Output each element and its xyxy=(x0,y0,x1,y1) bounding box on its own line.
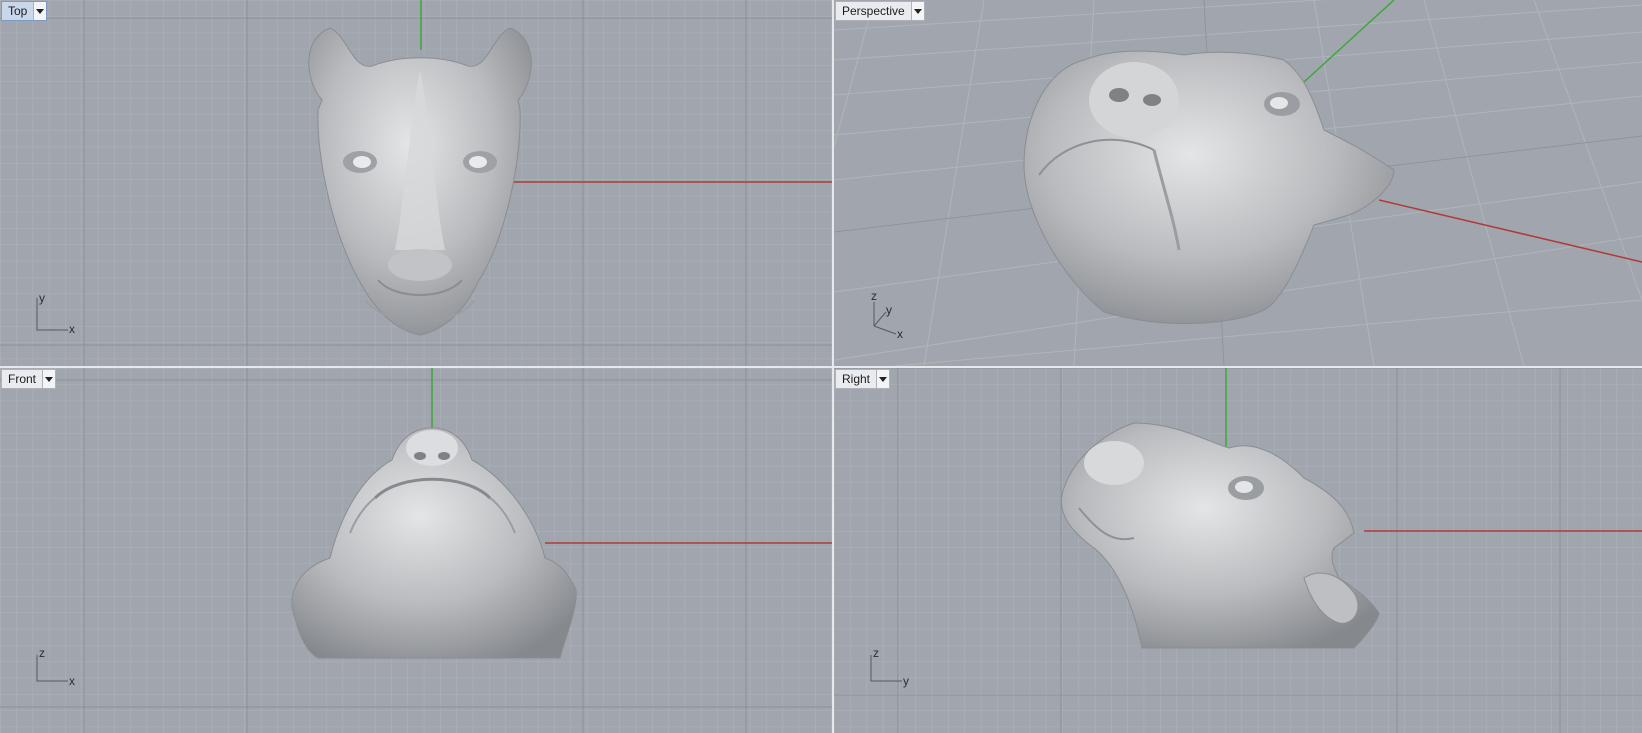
svg-text:y: y xyxy=(39,291,45,305)
right-viewport-canvas[interactable]: z y xyxy=(834,368,1642,733)
svg-text:z: z xyxy=(39,646,45,660)
chevron-down-icon[interactable] xyxy=(42,370,56,388)
viewport-title: Right xyxy=(842,372,871,386)
viewport-layout: y x Top z y x Perspective z x Front z y … xyxy=(0,0,1642,733)
axis-gizmo-perspective: z y x xyxy=(871,289,903,341)
svg-text:x: x xyxy=(69,322,75,336)
viewport-top[interactable]: y x Top xyxy=(0,0,834,368)
svg-text:y: y xyxy=(886,303,892,317)
viewport-title: Top xyxy=(8,4,28,18)
viewport-perspective[interactable]: z y x Perspective xyxy=(834,0,1642,368)
viewport-right[interactable]: z y Right xyxy=(834,368,1642,733)
svg-text:z: z xyxy=(873,646,879,660)
front-viewport-canvas[interactable]: z x xyxy=(0,368,832,733)
svg-text:z: z xyxy=(871,289,877,303)
viewport-label-perspective[interactable]: Perspective xyxy=(835,1,925,21)
chevron-down-icon[interactable] xyxy=(910,2,924,20)
svg-text:x: x xyxy=(897,327,903,341)
viewport-title: Perspective xyxy=(842,4,905,18)
viewport-front[interactable]: z x Front xyxy=(0,368,834,733)
top-viewport-canvas[interactable]: y x xyxy=(0,0,832,366)
chevron-down-icon[interactable] xyxy=(33,2,47,20)
y-axis-line xyxy=(1303,0,1395,83)
viewport-label-top[interactable]: Top xyxy=(1,1,48,21)
x-axis-line xyxy=(1378,199,1642,263)
svg-text:y: y xyxy=(903,674,909,688)
perspective-viewport-canvas[interactable]: z y x xyxy=(834,0,1642,366)
viewport-label-front[interactable]: Front xyxy=(1,369,57,389)
viewport-title: Front xyxy=(8,372,37,386)
svg-text:x: x xyxy=(69,674,75,688)
chevron-down-icon[interactable] xyxy=(876,370,890,388)
viewport-label-right[interactable]: Right xyxy=(835,369,891,389)
